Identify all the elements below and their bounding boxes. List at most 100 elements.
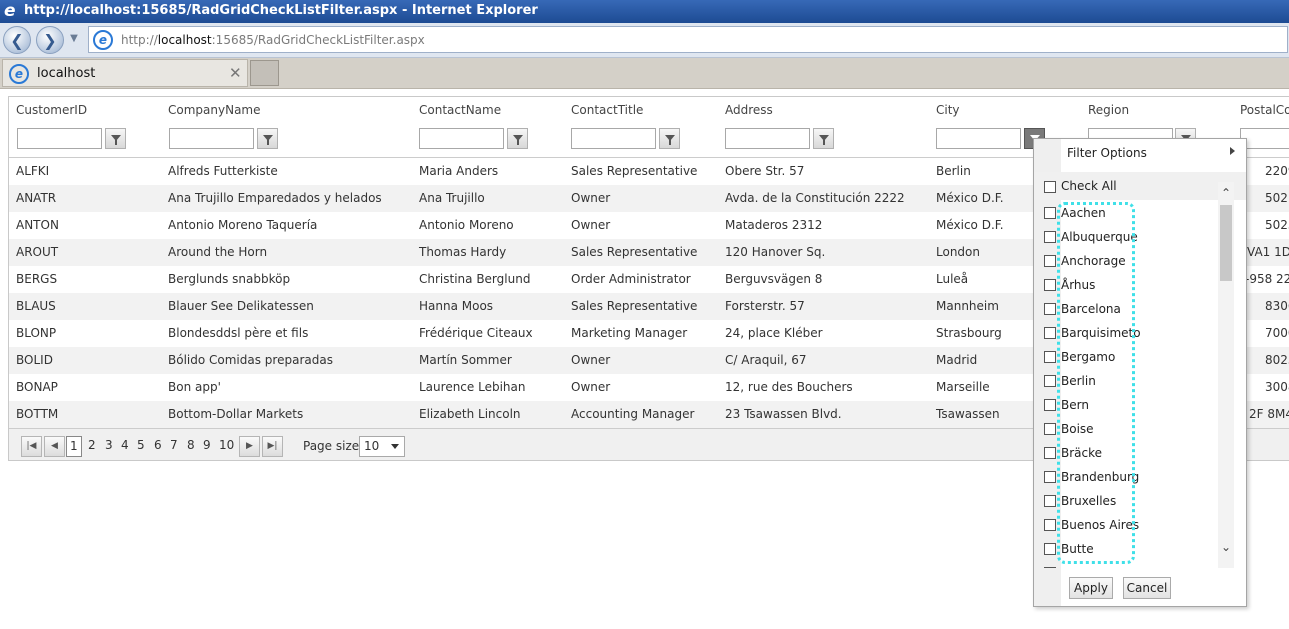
address-bar[interactable]: e http://localhost:15685/RadGridCheckLis… bbox=[88, 26, 1288, 53]
next-page-icon: ▶ bbox=[246, 441, 253, 451]
address-url[interactable]: http://localhost:15685/RadGridCheckListF… bbox=[121, 33, 425, 47]
cell-city: Mannheim bbox=[936, 299, 999, 313]
city-filter-item[interactable]: Barcelona bbox=[1034, 298, 1234, 322]
city-filter-checkbox[interactable] bbox=[1044, 543, 1056, 555]
column-header-customerid[interactable]: CustomerID bbox=[16, 97, 87, 123]
cell-contactname: Antonio Moreno bbox=[419, 218, 514, 232]
forward-button[interactable]: ❯ bbox=[36, 26, 64, 54]
city-filter-checkbox[interactable] bbox=[1044, 519, 1056, 531]
first-page-button[interactable]: |◀ bbox=[21, 436, 42, 457]
city-filter-checkbox[interactable] bbox=[1044, 423, 1056, 435]
page-link-3[interactable]: 3 bbox=[105, 438, 113, 452]
city-filter-item[interactable]: Aachen bbox=[1034, 202, 1234, 226]
city-filter-item[interactable]: Barquisimeto bbox=[1034, 322, 1234, 346]
cell-companyname: Bon app' bbox=[168, 380, 221, 394]
ie-logo-icon: e bbox=[4, 1, 16, 21]
city-filter-checkbox[interactable] bbox=[1044, 255, 1056, 267]
city-filter-label: Brandenburg bbox=[1061, 470, 1140, 484]
page-link-2[interactable]: 2 bbox=[88, 438, 96, 452]
prev-page-button[interactable]: ◀ bbox=[44, 436, 65, 457]
check-all-label: Check All bbox=[1061, 179, 1117, 193]
page-link-9[interactable]: 9 bbox=[203, 438, 211, 452]
column-header-companyname[interactable]: CompanyName bbox=[168, 97, 261, 123]
city-filter-item[interactable]: Århus bbox=[1034, 274, 1234, 298]
page-size-select[interactable]: 10 bbox=[359, 436, 405, 457]
apply-button[interactable]: Apply bbox=[1069, 577, 1113, 599]
city-filter-item[interactable]: Anchorage bbox=[1034, 250, 1234, 274]
column-header-address[interactable]: Address bbox=[725, 97, 773, 123]
city-filter-item[interactable]: Bräcke bbox=[1034, 442, 1234, 466]
filter-options-menu-item[interactable]: Filter Options bbox=[1067, 146, 1147, 160]
city-filter-checkbox[interactable] bbox=[1044, 399, 1056, 411]
close-tab-icon[interactable]: ✕ bbox=[229, 64, 242, 82]
city-checklist: Aachen Albuquerque Anchorage Århus Barcelona… bbox=[1034, 200, 1234, 568]
city-filter-item[interactable]: Bern bbox=[1034, 394, 1234, 418]
page-icon: e bbox=[93, 30, 113, 50]
city-filter-checkbox[interactable] bbox=[1044, 447, 1056, 459]
column-header-postalcode[interactable]: PostalCod bbox=[1240, 97, 1289, 123]
cell-customerid: BLONP bbox=[16, 326, 57, 340]
cell-companyname: Bottom-Dollar Markets bbox=[168, 407, 304, 421]
city-filter-checkbox[interactable] bbox=[1044, 495, 1056, 507]
back-button[interactable]: ❮ bbox=[3, 26, 31, 54]
city-filter-checkbox[interactable] bbox=[1044, 327, 1056, 339]
city-filter-checkbox[interactable] bbox=[1044, 567, 1056, 568]
filter-funnel-icon bbox=[263, 135, 273, 145]
column-header-region[interactable]: Region bbox=[1088, 97, 1129, 123]
filter-input-contactname[interactable] bbox=[419, 128, 504, 149]
city-filter-item[interactable]: Buenos Aires bbox=[1034, 514, 1234, 538]
city-filter-checkbox[interactable] bbox=[1044, 351, 1056, 363]
check-all-checkbox[interactable] bbox=[1044, 181, 1056, 193]
city-filter-checkbox[interactable] bbox=[1044, 279, 1056, 291]
filter-button-contactname[interactable] bbox=[507, 128, 528, 149]
column-header-contacttitle[interactable]: ContactTitle bbox=[571, 97, 643, 123]
page-link-6[interactable]: 6 bbox=[154, 438, 162, 452]
city-filter-checkbox[interactable] bbox=[1044, 207, 1056, 219]
check-all-row[interactable]: Check All bbox=[1034, 172, 1246, 200]
tab-localhost[interactable]: e localhost ✕ bbox=[2, 59, 248, 87]
filter-button-companyname[interactable] bbox=[257, 128, 278, 149]
filter-button-address[interactable] bbox=[813, 128, 834, 149]
cell-city: Berlin bbox=[936, 164, 971, 178]
filter-input-address[interactable] bbox=[725, 128, 810, 149]
new-tab-button[interactable] bbox=[250, 60, 279, 86]
page-link-5[interactable]: 5 bbox=[137, 438, 145, 452]
column-header-city[interactable]: City bbox=[936, 97, 960, 123]
city-filter-item[interactable]: Brandenburg bbox=[1034, 466, 1234, 490]
cell-address: Obere Str. 57 bbox=[725, 164, 805, 178]
filter-input-customerid[interactable] bbox=[17, 128, 102, 149]
city-filter-item[interactable]: Bruxelles bbox=[1034, 490, 1234, 514]
page-link-7[interactable]: 7 bbox=[170, 438, 178, 452]
page-link-10[interactable]: 10 bbox=[219, 438, 234, 452]
page-link-4[interactable]: 4 bbox=[121, 438, 129, 452]
city-filter-item[interactable] bbox=[1034, 562, 1234, 568]
city-filter-checkbox[interactable] bbox=[1044, 471, 1056, 483]
filter-button-contacttitle[interactable] bbox=[659, 128, 680, 149]
city-filter-item[interactable]: Albuquerque bbox=[1034, 226, 1234, 250]
cancel-button[interactable]: Cancel bbox=[1123, 577, 1171, 599]
last-page-button[interactable]: ▶| bbox=[262, 436, 283, 457]
cell-postalcode: 3008 bbox=[1265, 380, 1289, 394]
next-page-button[interactable]: ▶ bbox=[239, 436, 260, 457]
cell-contactname: Ana Trujillo bbox=[419, 191, 485, 205]
filter-input-contacttitle[interactable] bbox=[571, 128, 656, 149]
filter-input-companyname[interactable] bbox=[169, 128, 254, 149]
cell-city: Luleå bbox=[936, 272, 969, 286]
city-filter-item[interactable]: Butte bbox=[1034, 538, 1234, 562]
column-header-contactname[interactable]: ContactName bbox=[419, 97, 501, 123]
filter-input-postalcode[interactable] bbox=[1240, 128, 1289, 149]
filter-button-customerid[interactable] bbox=[105, 128, 126, 149]
city-filter-label: Anchorage bbox=[1061, 254, 1126, 268]
city-filter-item[interactable]: Bergamo bbox=[1034, 346, 1234, 370]
cell-contactname: Maria Anders bbox=[419, 164, 499, 178]
page-link-8[interactable]: 8 bbox=[187, 438, 195, 452]
filter-input-city[interactable] bbox=[936, 128, 1021, 149]
city-filter-checkbox[interactable] bbox=[1044, 375, 1056, 387]
city-filter-label: Buenos Aires bbox=[1061, 518, 1140, 532]
recent-pages-dropdown-icon[interactable]: ▼ bbox=[68, 33, 80, 45]
city-filter-checkbox[interactable] bbox=[1044, 231, 1056, 243]
city-filter-item[interactable]: Berlin bbox=[1034, 370, 1234, 394]
city-filter-item[interactable]: Boise bbox=[1034, 418, 1234, 442]
page-link-1[interactable]: 1 bbox=[66, 436, 82, 457]
city-filter-checkbox[interactable] bbox=[1044, 303, 1056, 315]
